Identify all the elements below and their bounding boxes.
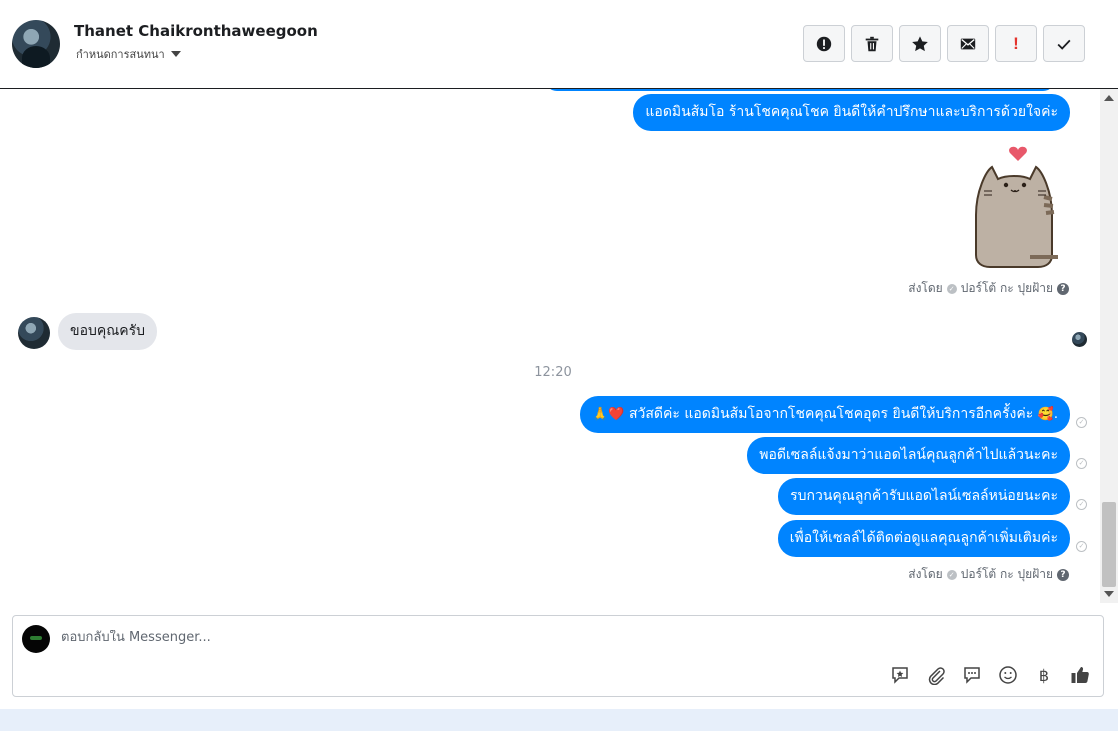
assign-conversation-dropdown[interactable]: กำหนดการสนทนา — [76, 45, 181, 63]
conversation-header: Thanet Chaikronthaweegoon กำหนดการสนทนา … — [0, 0, 1118, 89]
reply-input[interactable] — [61, 630, 861, 645]
caret-down-icon — [170, 51, 181, 57]
star-icon — [912, 35, 928, 51]
saved-reply-icon — [892, 667, 908, 684]
sent-by-name[interactable]: ปอร์โต้ กะ ปุยฝ้าย — [961, 279, 1053, 298]
check-icon — [1057, 39, 1071, 50]
help-icon[interactable]: ? — [1057, 568, 1069, 581]
sender-avatar[interactable] — [18, 317, 50, 349]
page-badge-icon: ✓ — [946, 283, 957, 294]
delete-button[interactable] — [851, 25, 893, 62]
message-bubble-outgoing[interactable]: 🙏❤️ สวัสดีค่ะ แอดมินส้มโอจากโชคคุณโชคอุด… — [580, 396, 1070, 433]
page-badge-icon: ✓ — [946, 569, 957, 580]
sent-by-name[interactable]: ปอร์โต้ กะ ปุยฝ้าย — [961, 565, 1053, 584]
smiling-hearts-emoji: 🥰. — [1037, 407, 1058, 422]
payment-button[interactable]: ฿ — [1033, 664, 1055, 686]
chat-bubble-icon — [964, 667, 980, 684]
message-text: สวัสดีค่ะ แอดมินส้มโอจากโชคคุณโชคอุดร ยิ… — [628, 406, 1034, 422]
quick-replies-button[interactable] — [961, 664, 983, 686]
message-bubble-outgoing[interactable]: เพื่อให้เซลล์ได้ติดต่อดูแลคุณลูกค้าเพิ่ม… — [777, 520, 1070, 557]
spam-button[interactable] — [803, 25, 845, 62]
delivered-icon: ✓ — [1076, 541, 1087, 552]
help-icon[interactable]: ? — [1057, 282, 1069, 295]
page-footer — [0, 709, 1118, 731]
scrollbar-thumb[interactable] — [1102, 502, 1116, 587]
timestamp: 12:20 — [534, 365, 572, 380]
emoji-icon — [999, 666, 1017, 684]
sent-by-info: ส่งโดย ✓ ปอร์โต้ กะ ปุยฝ้าย ? — [908, 279, 1069, 298]
trash-icon — [865, 36, 879, 51]
pusheen-sticker[interactable] — [968, 145, 1072, 269]
message-bubble-outgoing[interactable]: พอดีเซลล์แจ้งมาว่าแอดไลน์คุณลูกค้าไปแล้ว… — [747, 437, 1070, 474]
attachment-icon — [928, 667, 945, 685]
message-bubble-outgoing[interactable]: แอดมินส้มโอ ร้านโชคคุณโชค ยินดีให้คำปรึก… — [633, 94, 1070, 131]
message-bubble-outgoing[interactable]: รบกวนคุณลูกค้ารับแอดไลน์เซลล์หน่อยนะคะ — [778, 478, 1070, 515]
delivered-icon: ✓ — [1076, 499, 1087, 510]
sent-by-prefix: ส่งโดย — [908, 567, 943, 581]
mark-unread-button[interactable] — [947, 25, 989, 62]
page-avatar — [22, 625, 50, 653]
assign-label: กำหนดการสนทนา — [76, 48, 165, 61]
sent-by-info: ส่งโดย ✓ ปอร์โต้ กะ ปุยฝ้าย ? — [908, 565, 1069, 584]
reply-composer: ฿ — [12, 615, 1104, 697]
scroll-down-arrow-icon[interactable] — [1104, 591, 1114, 597]
attach-file-button[interactable] — [925, 664, 947, 686]
contact-name[interactable]: Thanet Chaikronthaweegoon — [74, 22, 318, 40]
message-thread[interactable]: แอดมินส้มโอ ร้านโชคคุณโชค ยินดีให้คำปรึก… — [0, 89, 1100, 603]
done-button[interactable] — [1043, 25, 1085, 62]
like-button[interactable] — [1069, 664, 1091, 686]
message-bubble-incoming[interactable]: ขอบคุณครับ — [58, 313, 157, 350]
seen-avatar — [1072, 332, 1087, 347]
envelope-icon — [960, 38, 976, 49]
message-bubble-partial — [545, 89, 1055, 91]
delivered-icon: ✓ — [1076, 417, 1087, 428]
scroll-up-arrow-icon[interactable] — [1104, 95, 1114, 101]
emoji-button[interactable] — [997, 664, 1019, 686]
spam-icon — [816, 36, 832, 51]
sent-by-prefix: ส่งโดย — [908, 281, 943, 295]
thread-scrollbar[interactable] — [1100, 89, 1118, 603]
like-icon — [1071, 667, 1089, 683]
delivered-icon: ✓ — [1076, 458, 1087, 469]
saved-reply-button[interactable] — [889, 664, 911, 686]
composer-actions: ฿ — [889, 664, 1091, 686]
star-button[interactable] — [899, 25, 941, 62]
priority-button[interactable]: ! — [995, 25, 1037, 62]
contact-avatar[interactable] — [12, 20, 60, 68]
pray-heart-emoji: 🙏❤️ — [592, 407, 625, 422]
conversation-toolbar: ! — [803, 25, 1085, 62]
priority-icon: ! — [1013, 33, 1019, 53]
